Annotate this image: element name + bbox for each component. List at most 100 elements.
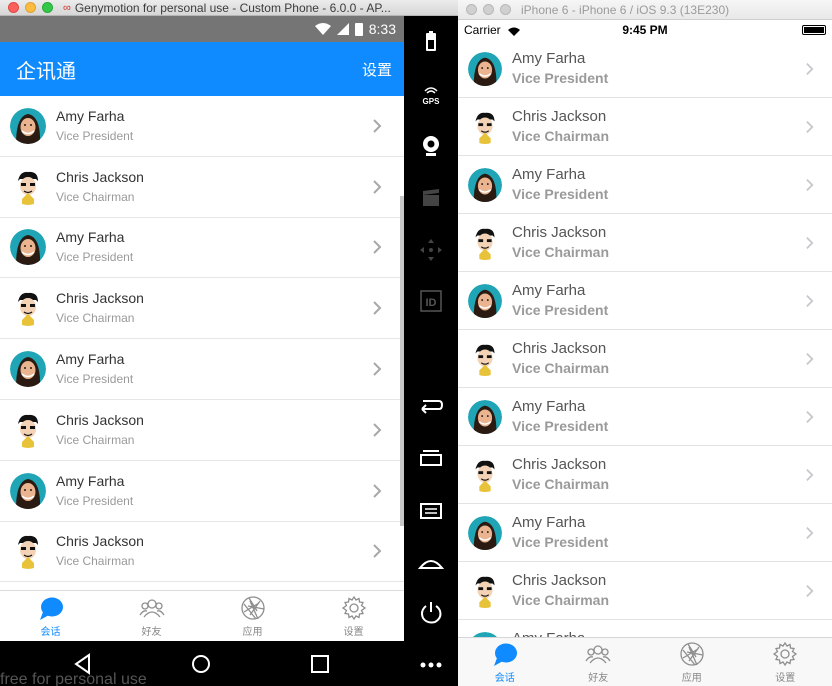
tab-friends[interactable]: 好友: [101, 591, 202, 641]
contact-name: Chris Jackson: [512, 224, 607, 241]
id-button[interactable]: ID: [418, 289, 444, 315]
zoom-window-button[interactable]: [42, 2, 53, 13]
contact-name: Chris Jackson: [512, 108, 607, 125]
bottom-tab-bar: 会话 好友 应用 设置: [0, 590, 404, 641]
friends-icon: [138, 595, 165, 621]
minimize-window-button[interactable]: [483, 4, 494, 15]
contact-row[interactable]: Chris Jackson Vice Chairman: [0, 400, 404, 461]
contact-row[interactable]: Amy Farha Vice President: [0, 96, 404, 157]
battery-button[interactable]: [418, 30, 444, 56]
contact-list: Amy Farha Vice President Chris Jackson Vice…: [0, 96, 404, 583]
webcam-button[interactable]: [418, 133, 444, 159]
contact-role: Vice Chairman: [56, 432, 135, 447]
svg-text:ID: ID: [426, 297, 437, 309]
contact-row[interactable]: Chris Jackson Vice Chairman: [458, 562, 832, 620]
contact-text: Amy Farha Vice President: [56, 472, 133, 510]
contact-role: Vice President: [512, 70, 609, 86]
contact-row[interactable]: Amy FarhaVice President: [458, 272, 832, 330]
tab-label: 设置: [775, 672, 796, 684]
chevron-right-icon: [373, 544, 382, 559]
contact-role: Vice Chairman: [56, 311, 135, 326]
home-button[interactable]: [417, 551, 445, 577]
contact-row[interactable]: Chris Jackson Vice Chairman: [458, 330, 832, 388]
wifi-icon: [508, 27, 521, 36]
close-window-button[interactable]: [466, 4, 477, 15]
chevron-right-icon: [373, 423, 382, 437]
contact-name: Chris Jackson: [512, 572, 607, 589]
android-status-bar: 8:33: [0, 16, 404, 42]
contact-row[interactable]: Amy FarhaVice President: [0, 461, 404, 522]
settings-action[interactable]: 设置: [362, 59, 392, 80]
window-controls: [8, 2, 53, 13]
tab-friends[interactable]: 好友: [552, 638, 646, 686]
contact-row[interactable]: Chris Jackson Vice Chairman: [0, 157, 404, 218]
chevron-right-icon: [806, 410, 814, 423]
chevron-right-icon: [806, 62, 814, 75]
contact-row[interactable]: Amy FarhaVice President: [458, 504, 832, 562]
avatar: [468, 341, 502, 376]
clapper-button[interactable]: [418, 186, 444, 212]
dpad-button[interactable]: [418, 238, 444, 264]
contact-text: Chris Jackson Vice Chairman: [512, 108, 609, 145]
close-window-button[interactable]: [8, 2, 19, 13]
contact-row[interactable]: Chris Jackson Vice Chairman: [458, 446, 832, 504]
contact-role: Vice Chairman: [512, 360, 610, 376]
contact-name: Chris Jackson: [56, 411, 144, 428]
svg-text:GPS: GPS: [423, 97, 441, 106]
contact-row[interactable]: Amy FarhaVice President: [458, 156, 832, 214]
tab-chat-bubble[interactable]: 会话: [458, 638, 552, 686]
contact-name: Amy Farha: [512, 50, 586, 67]
contact-name: Amy Farha: [512, 514, 586, 531]
recent-apps-icon: [418, 445, 444, 473]
home-icon[interactable]: [190, 653, 212, 675]
tab-gear[interactable]: 设置: [303, 591, 404, 641]
contact-row[interactable]: Amy FarhaVice President: [0, 218, 404, 279]
watermark: free for personal use: [0, 671, 147, 686]
gear-icon: [772, 641, 798, 667]
back-button[interactable]: [418, 392, 444, 418]
contact-row[interactable]: Chris Jackson Vice Chairman: [0, 522, 404, 583]
tab-gear[interactable]: 设置: [739, 638, 832, 686]
contact-row[interactable]: Chris Jackson Vice Chairman: [458, 98, 832, 156]
contact-row[interactable]: Amy Farha Vice President: [458, 40, 832, 98]
tab-label: 应用: [681, 672, 702, 684]
recent-apps-icon[interactable]: [309, 653, 331, 675]
app-toolbar: 企讯通 设置: [0, 42, 404, 96]
chevron-right-icon: [373, 301, 382, 315]
minimize-window-button[interactable]: [25, 2, 36, 13]
gps-button[interactable]: GPS: [418, 83, 444, 109]
contact-role: Vice Chairman: [512, 244, 610, 260]
contact-row[interactable]: Chris Jackson Vice Chairman: [458, 214, 832, 272]
tab-aperture[interactable]: 应用: [202, 591, 303, 641]
aperture-icon: [679, 641, 705, 667]
contact-row[interactable]: Amy FarhaVice President: [0, 339, 404, 400]
recent-apps-button[interactable]: [418, 446, 444, 472]
contact-text: Chris Jackson Vice Chairman: [56, 411, 144, 449]
tab-label: 好友: [588, 672, 609, 684]
power-button[interactable]: [418, 601, 444, 627]
more-button[interactable]: [418, 653, 444, 679]
contact-name: Chris Jackson: [512, 456, 607, 473]
tab-chat-bubble[interactable]: 会话: [0, 591, 101, 641]
contact-text: Amy Farha Vice President: [512, 282, 608, 319]
tab-aperture[interactable]: 应用: [645, 638, 739, 686]
ios-simulator-window: iPhone 6 - iPhone 6 / iOS 9.3 (13E230) C…: [458, 0, 832, 686]
chevron-right-icon: [806, 526, 814, 539]
contact-role: Vice President: [56, 128, 134, 143]
contact-role: Vice President: [512, 186, 609, 202]
back-icon: [418, 391, 444, 419]
window-controls: [466, 4, 511, 15]
contact-row[interactable]: Chris Jackson Vice Chairman: [0, 278, 404, 340]
contact-row[interactable]: Amy FarhaVice President: [458, 388, 832, 446]
contact-name: Amy Farha: [512, 398, 586, 415]
menu-button[interactable]: [418, 499, 444, 525]
wifi-icon: [314, 23, 331, 35]
contact-text: Amy Farha Vice President: [56, 350, 133, 388]
gear-icon: [341, 595, 367, 621]
contact-name: Amy Farha: [56, 107, 125, 124]
chevron-right-icon: [373, 179, 382, 194]
zoom-window-button[interactable]: [500, 4, 511, 15]
contact-name: Chris Jackson: [56, 290, 144, 307]
tab-label: 会话: [40, 626, 61, 638]
contact-row[interactable]: Amy FarhaVice President: [458, 620, 832, 637]
